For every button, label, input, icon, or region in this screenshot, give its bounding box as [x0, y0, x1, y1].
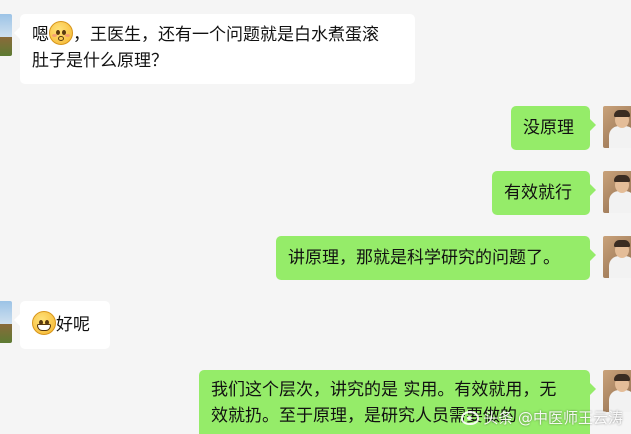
message-bubble[interactable]: 没原理	[511, 106, 596, 150]
doctor-avatar[interactable]	[603, 171, 631, 213]
doctor-avatar[interactable]	[603, 370, 631, 412]
watermark-text: 头条 @中医师王云涛	[483, 409, 623, 427]
message-text: 有效就行	[504, 183, 572, 203]
message-prefix: 嗯	[32, 25, 49, 45]
chat-window: 嗯 ，王医生，还有一个问题就是白水煮蛋滚 肚子是什么原理？ 没原理 有效就行 讲原…	[0, 0, 631, 434]
message-bubble[interactable]: 好呢	[14, 301, 110, 349]
message-text: ，王医生，还有一个问题就是白水煮蛋滚	[73, 25, 379, 45]
message-bubble[interactable]: 嗯 ，王医生，还有一个问题就是白水煮蛋滚 肚子是什么原理？	[14, 14, 415, 84]
message-text-line1: 我们这个层次，讲究的是 实用。有效就用，无	[211, 380, 557, 400]
message-text: 好呢	[56, 315, 90, 335]
message-bubble[interactable]: 有效就行	[492, 171, 596, 215]
message-bubble[interactable]: 讲原理，那就是科学研究的问题了。	[276, 236, 596, 280]
weibo-icon	[461, 410, 480, 425]
doctor-avatar[interactable]	[603, 236, 631, 278]
message-text-line2: 肚子是什么原理？	[32, 51, 168, 71]
watermark: 头条 @中医师王云涛	[461, 407, 623, 428]
grinning-face-emoji	[32, 311, 56, 335]
doctor-avatar[interactable]	[603, 106, 631, 148]
patient-avatar[interactable]	[0, 301, 12, 343]
message-text: 讲原理，那就是科学研究的问题了。	[288, 248, 560, 268]
patient-avatar[interactable]	[0, 14, 12, 56]
pleading-face-emoji	[49, 21, 73, 45]
message-text: 没原理	[523, 118, 574, 138]
